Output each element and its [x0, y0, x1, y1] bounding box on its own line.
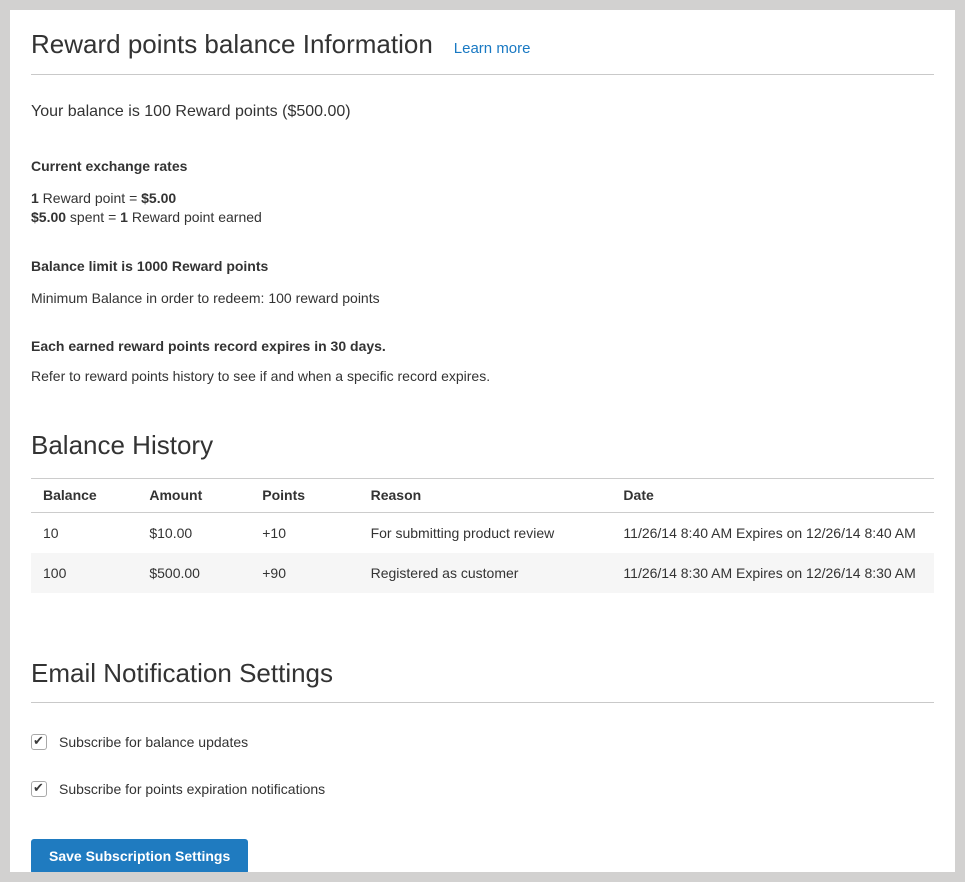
cell-balance: 10 — [31, 512, 139, 553]
exchange-rate-line-2: $5.00 spent = 1 Reward point earned — [31, 208, 934, 227]
cell-balance: 100 — [31, 553, 139, 593]
cell-points: +10 — [252, 512, 360, 553]
balance-limit-text: Balance limit is 1000 Reward points — [31, 258, 934, 274]
email-section-divider — [31, 702, 934, 703]
cell-date: 11/26/14 8:30 AM Expires on 12/26/14 8:3… — [613, 553, 934, 593]
expiry-text: Each earned reward points record expires… — [31, 338, 934, 354]
column-header-amount: Amount — [139, 478, 252, 512]
header-divider — [31, 74, 934, 75]
email-notification-title: Email Notification Settings — [31, 659, 934, 689]
email-notification-section: Email Notification Settings Subscribe fo… — [31, 659, 934, 872]
reward-points-card: Reward points balance Information Learn … — [10, 10, 955, 872]
balance-history-title: Balance History — [31, 431, 934, 461]
cell-amount: $500.00 — [139, 553, 252, 593]
points-expiration-option: Subscribe for points expiration notifica… — [31, 781, 934, 797]
balance-updates-label[interactable]: Subscribe for balance updates — [59, 734, 248, 750]
cell-points: +90 — [252, 553, 360, 593]
balance-updates-checkbox[interactable] — [31, 734, 47, 750]
column-header-date: Date — [613, 478, 934, 512]
cell-date: 11/26/14 8:40 AM Expires on 12/26/14 8:4… — [613, 512, 934, 553]
balance-summary: Your balance is 100 Reward points ($500.… — [31, 102, 934, 121]
column-header-points: Points — [252, 478, 360, 512]
cell-amount: $10.00 — [139, 512, 252, 553]
cell-reason: For submitting product review — [361, 512, 614, 553]
page-title: Reward points balance Information — [31, 30, 433, 60]
cell-reason: Registered as customer — [361, 553, 614, 593]
table-row: 100 $500.00 +90 Registered as customer 1… — [31, 553, 934, 593]
balance-history-table: Balance Amount Points Reason Date 10 $10… — [31, 478, 934, 593]
expiry-note-text: Refer to reward points history to see if… — [31, 368, 934, 384]
learn-more-link[interactable]: Learn more — [454, 40, 531, 57]
column-header-reason: Reason — [361, 478, 614, 512]
points-expiration-checkbox[interactable] — [31, 781, 47, 797]
table-row: 10 $10.00 +10 For submitting product rev… — [31, 512, 934, 553]
table-header-row: Balance Amount Points Reason Date — [31, 478, 934, 512]
page-header: Reward points balance Information Learn … — [31, 30, 934, 60]
points-expiration-label[interactable]: Subscribe for points expiration notifica… — [59, 781, 325, 797]
minimum-balance-text: Minimum Balance in order to redeem: 100 … — [31, 290, 934, 306]
column-header-balance: Balance — [31, 478, 139, 512]
save-subscription-settings-button[interactable]: Save Subscription Settings — [31, 839, 248, 872]
exchange-rates-heading: Current exchange rates — [31, 158, 934, 174]
balance-updates-option: Subscribe for balance updates — [31, 734, 934, 750]
balance-history-section: Balance History Balance Amount Points Re… — [31, 431, 934, 593]
exchange-rate-line-1: 1 Reward point = $5.00 — [31, 189, 934, 208]
exchange-rates-lines: 1 Reward point = $5.00 $5.00 spent = 1 R… — [31, 189, 934, 227]
